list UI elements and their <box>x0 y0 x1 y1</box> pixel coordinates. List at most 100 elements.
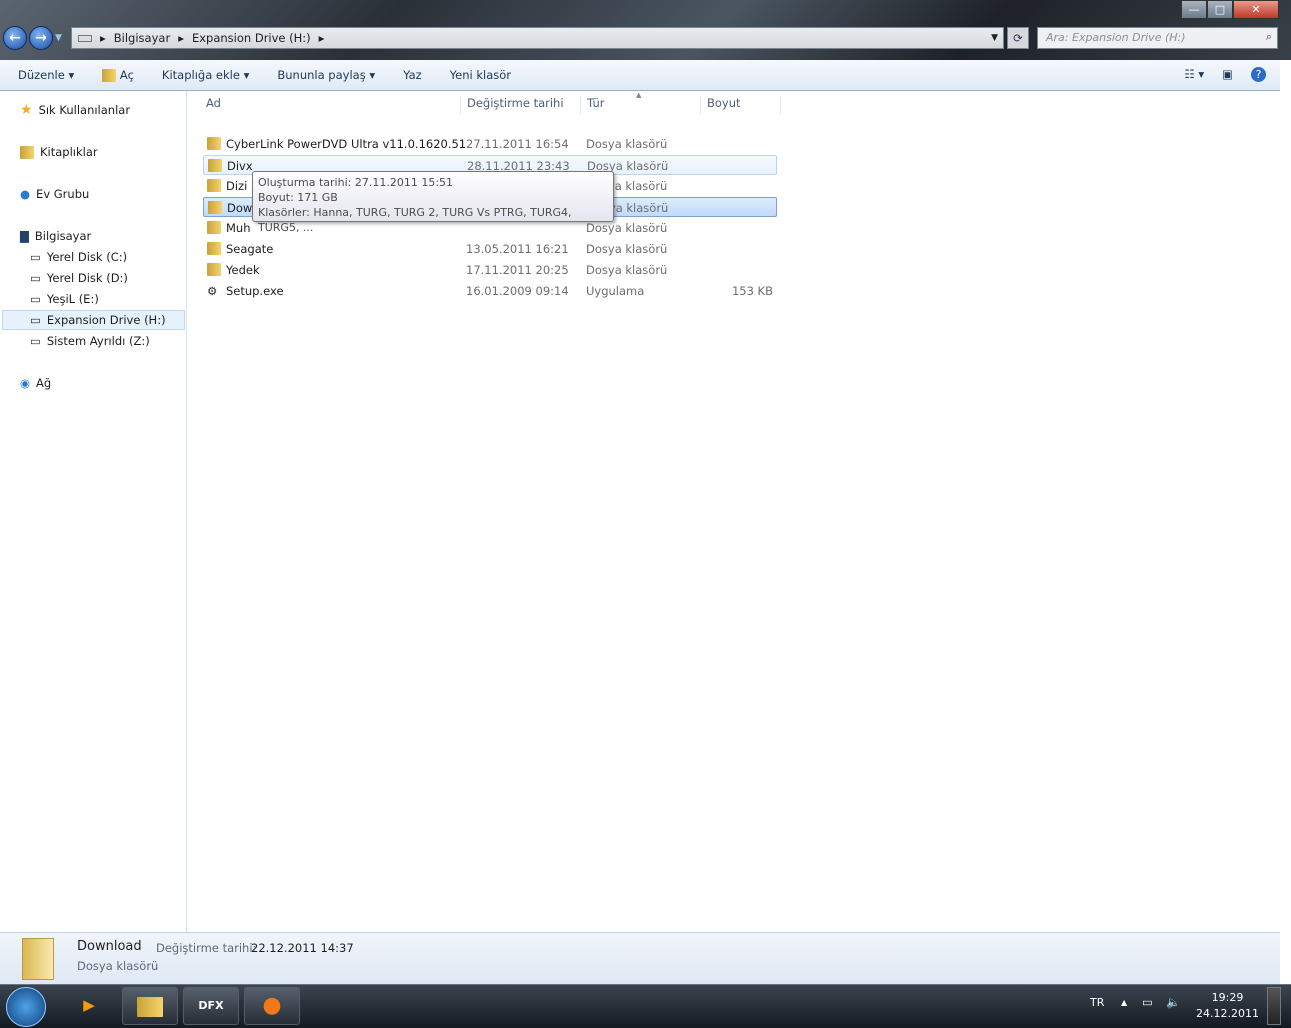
folder-icon <box>207 263 221 276</box>
file-name: Divx <box>227 159 253 173</box>
file-name: Setup.exe <box>226 284 284 298</box>
sidebar-item-libraries[interactable]: Kitaplıklar <box>20 142 98 162</box>
file-type: Dosya klasörü <box>586 137 668 151</box>
folder-icon <box>207 137 221 150</box>
folder-icon <box>208 159 222 172</box>
file-name: Yedek <box>226 263 260 277</box>
sidebar-item-favorites[interactable]: ★ Sık Kullanılanlar <box>20 100 130 120</box>
file-date: 16.01.2009 09:14 <box>466 284 569 298</box>
sidebar-item-drive-d[interactable]: ▭ Yerel Disk (D:) <box>30 268 128 288</box>
network-tray-icon[interactable]: ▭ <box>1142 995 1153 1009</box>
folder-icon <box>207 179 221 192</box>
breadcrumb-drive[interactable]: Expansion Drive (H:) <box>192 31 311 45</box>
drive-icon: ▭ <box>30 313 41 327</box>
taskbar: ▶ DFX ● TR ▲ ▭ 🔈 19:29 24.12.2011 <box>0 984 1291 1028</box>
sidebar-item-drive-h[interactable]: ▭ Expansion Drive (H:) <box>2 310 185 330</box>
new-folder-button[interactable]: Yeni klasör <box>436 68 525 82</box>
details-type: Dosya klasörü <box>77 959 159 973</box>
forward-button[interactable]: → <box>29 26 53 50</box>
close-button[interactable]: ✕ <box>1233 0 1279 19</box>
address-bar[interactable]: ▸ Bilgisayar ▸ Expansion Drive (H:) ▸ ▼ <box>71 27 1004 49</box>
media-player-icon: ▶ <box>83 996 95 1014</box>
details-pane: Download Dosya klasörü Değiştirme tarihi… <box>0 932 1280 984</box>
sort-arrow-icon: ▲ <box>636 91 642 99</box>
file-type: Uygulama <box>586 284 645 298</box>
folder-large-icon <box>22 938 54 980</box>
show-hidden-icons[interactable]: ▲ <box>1121 998 1127 1007</box>
application-icon: ⚙ <box>207 284 218 298</box>
drive-icon: ▭ <box>30 292 41 306</box>
explorer-button[interactable] <box>122 987 178 1025</box>
show-desktop-button[interactable] <box>1267 987 1281 1025</box>
language-indicator[interactable]: TR <box>1090 996 1104 1009</box>
file-name: Dizi <box>226 179 248 193</box>
file-row[interactable]: ⚙ Setup.exe 16.01.2009 09:14 Uygulama 15… <box>203 281 777 301</box>
chevron-right-icon[interactable]: ▸ <box>319 31 325 45</box>
tooltip-created: Oluşturma tarihi: 27.11.2011 15:51 <box>258 176 454 189</box>
file-row[interactable]: Seagate 13.05.2011 16:21 Dosya klasörü <box>203 239 777 259</box>
firefox-button[interactable]: ● <box>244 987 300 1025</box>
file-row[interactable]: CyberLink PowerDVD Ultra v11.0.1620.51 2… <box>203 134 777 154</box>
clock[interactable]: 19:29 24.12.2011 <box>1196 990 1259 1022</box>
share-button[interactable]: Bununla paylaş ▾ <box>263 68 389 82</box>
open-button[interactable]: Aç <box>88 68 148 82</box>
details-modified: 22.12.2011 14:37 <box>251 941 354 955</box>
sidebar-item-computer[interactable]: ▇ Bilgisayar <box>20 226 91 246</box>
firefox-icon: ● <box>262 993 282 1018</box>
file-date: 13.05.2011 16:21 <box>466 242 569 256</box>
media-player-button[interactable]: ▶ <box>61 987 117 1025</box>
drive-icon: ▭ <box>30 271 41 285</box>
folder-icon <box>207 242 221 255</box>
start-button[interactable] <box>6 987 46 1027</box>
search-input[interactable]: Ara: Expansion Drive (H:) ⌕ <box>1037 27 1278 49</box>
sidebar-item-drive-e[interactable]: ▭ YeşiL (E:) <box>30 289 99 309</box>
recent-pages-dropdown[interactable]: ▼ <box>55 33 62 43</box>
details-modified-label: Değiştirme tarihi: <box>156 941 257 955</box>
title-bar: — □ ✕ ← → ▼ ▸ Bilgisayar ▸ Expansion Dri… <box>0 0 1291 60</box>
folder-icon <box>207 221 221 234</box>
libraries-icon <box>20 145 34 159</box>
file-date: 17.11.2011 20:25 <box>466 263 569 277</box>
preview-pane-icon[interactable]: ▣ <box>1222 67 1233 82</box>
burn-button[interactable]: Yaz <box>389 68 436 82</box>
tooltip-folders: Klasörler: Hanna, TURG, TURG 2, TURG Vs … <box>258 206 572 234</box>
homegroup-icon: ● <box>20 187 31 201</box>
tooltip-size: Boyut: 171 GB <box>258 191 338 204</box>
drive-icon: ▭ <box>30 334 41 348</box>
column-header-name[interactable]: Ad <box>200 96 461 114</box>
chevron-right-icon[interactable]: ▸ <box>100 31 106 45</box>
breadcrumb-computer[interactable]: Bilgisayar <box>114 31 170 45</box>
include-library-button[interactable]: Kitaplığa ekle ▾ <box>148 68 263 82</box>
file-type: Dosya klasörü <box>586 242 668 256</box>
sidebar-item-drive-c[interactable]: ▭ Yerel Disk (C:) <box>30 247 127 267</box>
star-icon: ★ <box>20 102 33 118</box>
view-options-icon[interactable]: ☷ ▾ <box>1184 67 1204 82</box>
chevron-right-icon[interactable]: ▸ <box>178 31 184 45</box>
file-name: Seagate <box>226 242 274 256</box>
file-name: Dow <box>227 201 253 215</box>
file-name: Muh <box>226 221 251 235</box>
minimize-button[interactable]: — <box>1181 0 1207 19</box>
sidebar-item-homegroup[interactable]: ● Ev Grubu <box>20 184 89 204</box>
back-button[interactable]: ← <box>3 26 27 50</box>
folder-icon <box>137 996 163 1017</box>
volume-icon[interactable]: 🔈 <box>1166 995 1180 1009</box>
address-dropdown[interactable]: ▼ <box>991 33 998 43</box>
file-row[interactable]: Yedek 17.11.2011 20:25 Dosya klasörü <box>203 260 777 280</box>
organize-button[interactable]: Düzenle ▾ <box>0 68 88 82</box>
column-header-size[interactable]: Boyut <box>701 96 781 114</box>
dfx-button[interactable]: DFX <box>183 987 239 1025</box>
computer-icon: ▇ <box>20 229 29 243</box>
drive-icon <box>78 34 92 42</box>
help-icon[interactable]: ? <box>1251 67 1266 82</box>
open-folder-icon <box>102 69 117 82</box>
folder-icon <box>208 201 222 214</box>
refresh-button[interactable]: ⟳ <box>1007 27 1029 49</box>
file-size: 153 KB <box>731 284 773 298</box>
details-name: Download <box>77 939 142 954</box>
sidebar-item-drive-z[interactable]: ▭ Sistem Ayrıldı (Z:) <box>30 331 150 351</box>
folder-tooltip: Oluşturma tarihi: 27.11.2011 15:51 Boyut… <box>252 171 614 234</box>
maximize-button[interactable]: □ <box>1207 0 1233 19</box>
column-header-date[interactable]: Değiştirme tarihi <box>461 96 581 114</box>
sidebar-item-network[interactable]: ◉ Ağ <box>20 373 51 393</box>
